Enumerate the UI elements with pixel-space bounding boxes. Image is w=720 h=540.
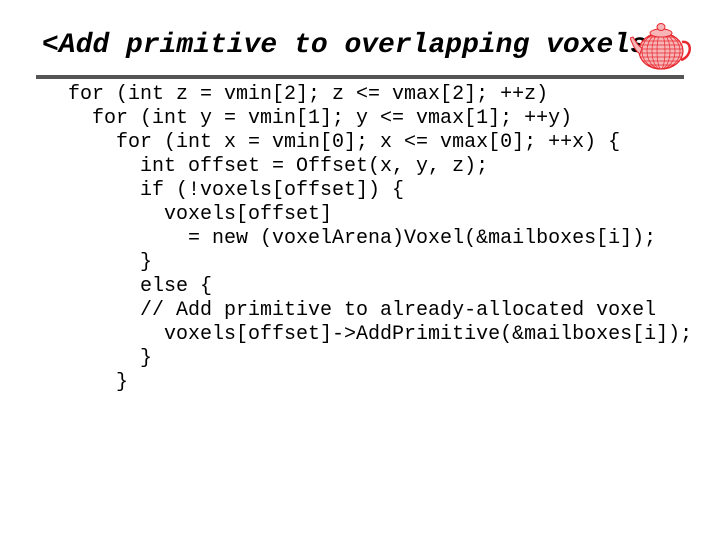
code-line: for (int x = vmin[0]; x <= vmax[0]; ++x)… (68, 131, 621, 154)
code-line: else { (68, 275, 213, 298)
code-line: for (int y = vmin[1]; y <= vmax[1]; ++y) (68, 107, 573, 130)
code-line: } (68, 347, 153, 370)
title-divider (36, 75, 684, 79)
code-line: = new (voxelArena)Voxel(&mailboxes[i]); (68, 227, 657, 250)
teapot-wireframe-icon (630, 23, 691, 70)
teapot-body (638, 32, 684, 70)
code-line: voxels[offset]->AddPrimitive(&mailboxes[… (68, 323, 693, 346)
code-line: int offset = Offset(x, y, z); (68, 155, 489, 178)
code-line: } (68, 251, 153, 274)
code-block: for (int z = vmin[2]; z <= vmax[2]; ++z)… (68, 83, 692, 395)
teapot-knob (656, 23, 666, 31)
code-line: for (int z = vmin[2]; z <= vmax[2]; ++z) (68, 83, 549, 106)
slide-title: <Add primitive to overlapping voxels> (42, 30, 664, 61)
code-line: // Add primitive to already-allocated vo… (68, 299, 657, 322)
code-line: } (68, 371, 129, 394)
code-line: voxels[offset] (68, 203, 333, 226)
code-line: if (!voxels[offset]) { (68, 179, 405, 202)
